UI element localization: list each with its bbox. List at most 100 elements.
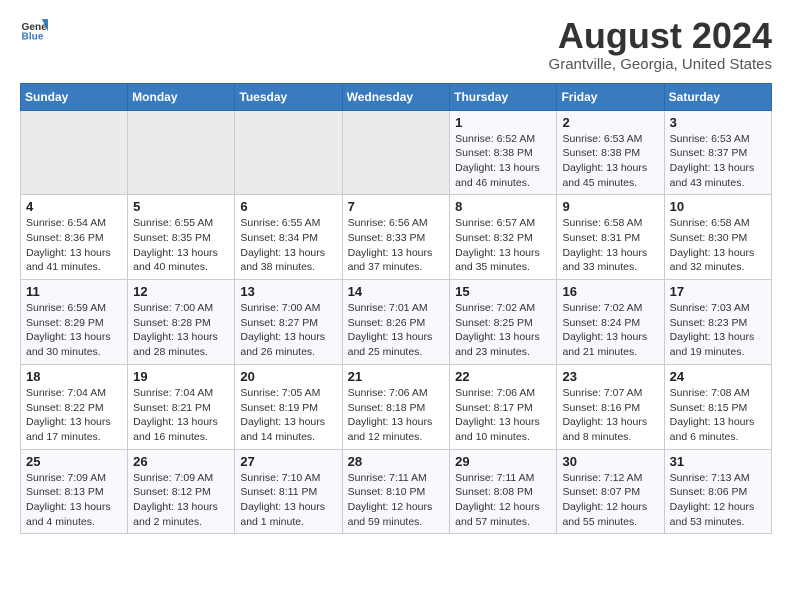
day-info: Sunrise: 7:01 AM Sunset: 8:26 PM Dayligh… <box>348 301 445 360</box>
day-number: 21 <box>348 369 445 384</box>
day-info: Sunrise: 6:54 AM Sunset: 8:36 PM Dayligh… <box>26 216 122 275</box>
day-header-wednesday: Wednesday <box>342 83 450 110</box>
calendar-cell: 13Sunrise: 7:00 AM Sunset: 8:27 PM Dayli… <box>235 280 342 365</box>
calendar-cell: 25 Sunrise: 7:09 AM Sunset: 8:13 PM Dayli… <box>21 449 128 534</box>
calendar-table: SundayMondayTuesdayWednesdayThursdayFrid… <box>20 83 772 535</box>
day-info: Sunrise: 7:11 AM Sunset: 8:10 PM Dayligh… <box>348 471 445 530</box>
day-info: Sunrise: 7:02 AM Sunset: 8:25 PM Dayligh… <box>455 301 551 360</box>
day-number: 1 <box>455 115 551 130</box>
day-number: 7 <box>348 199 445 214</box>
day-info: Sunrise: 7:11 AM Sunset: 8:08 PM Dayligh… <box>455 471 551 530</box>
day-info: Sunrise: 7:07 AM Sunset: 8:16 PM Dayligh… <box>562 386 658 445</box>
day-number: 25 <box>26 454 122 469</box>
calendar-cell: 26 Sunrise: 7:09 AM Sunset: 8:12 PM Dayli… <box>128 449 235 534</box>
calendar-cell: 5 Sunrise: 6:55 AM Sunset: 8:35 PM Daylig… <box>128 195 235 280</box>
calendar-cell: 24 Sunrise: 7:08 AM Sunset: 8:15 PM Dayli… <box>664 364 771 449</box>
calendar-cell: 7 Sunrise: 6:56 AM Sunset: 8:33 PM Daylig… <box>342 195 450 280</box>
calendar-cell <box>235 110 342 195</box>
day-number: 5 <box>133 199 229 214</box>
calendar-cell: 10 Sunrise: 6:58 AM Sunset: 8:30 PM Dayli… <box>664 195 771 280</box>
day-number: 17 <box>670 284 766 299</box>
calendar-cell: 9 Sunrise: 6:58 AM Sunset: 8:31 PM Daylig… <box>557 195 664 280</box>
page-header: General Blue August 2024 Grantville, Geo… <box>20 16 772 73</box>
day-number: 30 <box>562 454 658 469</box>
day-header-friday: Friday <box>557 83 664 110</box>
calendar-cell: 4 Sunrise: 6:54 AM Sunset: 8:36 PM Daylig… <box>21 195 128 280</box>
day-header-thursday: Thursday <box>450 83 557 110</box>
day-info: Sunrise: 7:03 AM Sunset: 8:23 PM Dayligh… <box>670 301 766 360</box>
calendar-cell: 6Sunrise: 6:55 AM Sunset: 8:34 PM Daylig… <box>235 195 342 280</box>
calendar-cell: 11 Sunrise: 6:59 AM Sunset: 8:29 PM Dayli… <box>21 280 128 365</box>
calendar-cell: 12 Sunrise: 7:00 AM Sunset: 8:28 PM Dayli… <box>128 280 235 365</box>
calendar-cell: 16Sunrise: 7:02 AM Sunset: 8:24 PM Dayli… <box>557 280 664 365</box>
calendar-cell: 2Sunrise: 6:53 AM Sunset: 8:38 PM Daylig… <box>557 110 664 195</box>
day-info: Sunrise: 6:56 AM Sunset: 8:33 PM Dayligh… <box>348 216 445 275</box>
day-info: Sunrise: 6:55 AM Sunset: 8:34 PM Dayligh… <box>240 216 336 275</box>
day-number: 22 <box>455 369 551 384</box>
day-number: 15 <box>455 284 551 299</box>
day-number: 19 <box>133 369 229 384</box>
day-info: Sunrise: 7:09 AM Sunset: 8:12 PM Dayligh… <box>133 471 229 530</box>
day-info: Sunrise: 7:00 AM Sunset: 8:28 PM Dayligh… <box>133 301 229 360</box>
day-number: 14 <box>348 284 445 299</box>
day-header-tuesday: Tuesday <box>235 83 342 110</box>
day-info: Sunrise: 6:57 AM Sunset: 8:32 PM Dayligh… <box>455 216 551 275</box>
calendar-week-1: 1 Sunrise: 6:52 AM Sunset: 8:38 PM Daylig… <box>21 110 772 195</box>
day-info: Sunrise: 6:59 AM Sunset: 8:29 PM Dayligh… <box>26 301 122 360</box>
day-info: Sunrise: 6:53 AM Sunset: 8:38 PM Dayligh… <box>562 132 658 191</box>
page-subtitle: Grantville, Georgia, United States <box>549 56 772 73</box>
calendar-cell: 17 Sunrise: 7:03 AM Sunset: 8:23 PM Dayli… <box>664 280 771 365</box>
day-number: 31 <box>670 454 766 469</box>
day-info: Sunrise: 7:06 AM Sunset: 8:17 PM Dayligh… <box>455 386 551 445</box>
day-info: Sunrise: 6:52 AM Sunset: 8:38 PM Dayligh… <box>455 132 551 191</box>
calendar-cell: 28 Sunrise: 7:11 AM Sunset: 8:10 PM Dayli… <box>342 449 450 534</box>
day-number: 9 <box>562 199 658 214</box>
calendar-cell <box>128 110 235 195</box>
day-info: Sunrise: 7:12 AM Sunset: 8:07 PM Dayligh… <box>562 471 658 530</box>
day-info: Sunrise: 7:04 AM Sunset: 8:21 PM Dayligh… <box>133 386 229 445</box>
day-number: 12 <box>133 284 229 299</box>
header-row: SundayMondayTuesdayWednesdayThursdayFrid… <box>21 83 772 110</box>
logo-icon: General Blue <box>20 16 48 44</box>
day-header-sunday: Sunday <box>21 83 128 110</box>
calendar-cell: 18 Sunrise: 7:04 AM Sunset: 8:22 PM Dayli… <box>21 364 128 449</box>
day-info: Sunrise: 6:53 AM Sunset: 8:37 PM Dayligh… <box>670 132 766 191</box>
page-title: August 2024 <box>549 16 772 56</box>
calendar-header: SundayMondayTuesdayWednesdayThursdayFrid… <box>21 83 772 110</box>
day-info: Sunrise: 7:06 AM Sunset: 8:18 PM Dayligh… <box>348 386 445 445</box>
logo: General Blue <box>20 16 48 44</box>
day-number: 24 <box>670 369 766 384</box>
svg-text:Blue: Blue <box>22 31 44 42</box>
calendar-cell <box>342 110 450 195</box>
calendar-cell: 15 Sunrise: 7:02 AM Sunset: 8:25 PM Dayli… <box>450 280 557 365</box>
day-number: 10 <box>670 199 766 214</box>
day-header-saturday: Saturday <box>664 83 771 110</box>
day-number: 4 <box>26 199 122 214</box>
day-info: Sunrise: 6:55 AM Sunset: 8:35 PM Dayligh… <box>133 216 229 275</box>
day-info: Sunrise: 6:58 AM Sunset: 8:30 PM Dayligh… <box>670 216 766 275</box>
day-number: 3 <box>670 115 766 130</box>
day-number: 13 <box>240 284 336 299</box>
day-number: 26 <box>133 454 229 469</box>
calendar-cell: 30 Sunrise: 7:12 AM Sunset: 8:07 PM Dayli… <box>557 449 664 534</box>
calendar-cell: 8 Sunrise: 6:57 AM Sunset: 8:32 PM Daylig… <box>450 195 557 280</box>
day-info: Sunrise: 7:09 AM Sunset: 8:13 PM Dayligh… <box>26 471 122 530</box>
calendar-cell: 14 Sunrise: 7:01 AM Sunset: 8:26 PM Dayli… <box>342 280 450 365</box>
day-info: Sunrise: 7:08 AM Sunset: 8:15 PM Dayligh… <box>670 386 766 445</box>
calendar-body: 1 Sunrise: 6:52 AM Sunset: 8:38 PM Daylig… <box>21 110 772 534</box>
day-number: 8 <box>455 199 551 214</box>
day-info: Sunrise: 7:04 AM Sunset: 8:22 PM Dayligh… <box>26 386 122 445</box>
calendar-cell: 23 Sunrise: 7:07 AM Sunset: 8:16 PM Dayli… <box>557 364 664 449</box>
day-number: 18 <box>26 369 122 384</box>
day-header-monday: Monday <box>128 83 235 110</box>
day-info: Sunrise: 6:58 AM Sunset: 8:31 PM Dayligh… <box>562 216 658 275</box>
calendar-cell: 29 Sunrise: 7:11 AM Sunset: 8:08 PM Dayli… <box>450 449 557 534</box>
day-info: Sunrise: 7:10 AM Sunset: 8:11 PM Dayligh… <box>240 471 336 530</box>
day-number: 11 <box>26 284 122 299</box>
day-number: 28 <box>348 454 445 469</box>
day-number: 29 <box>455 454 551 469</box>
calendar-cell: 3 Sunrise: 6:53 AM Sunset: 8:37 PM Daylig… <box>664 110 771 195</box>
calendar-week-3: 11 Sunrise: 6:59 AM Sunset: 8:29 PM Dayli… <box>21 280 772 365</box>
day-number: 23 <box>562 369 658 384</box>
calendar-cell: 31Sunrise: 7:13 AM Sunset: 8:06 PM Dayli… <box>664 449 771 534</box>
